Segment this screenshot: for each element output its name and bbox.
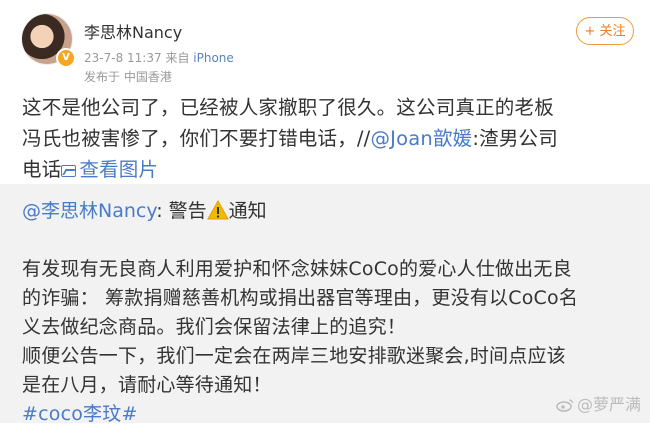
repost-line: 顺便公告一下，我们一定会在两岸三地安排歌迷聚会,时间点应该 (22, 345, 566, 367)
view-pictures-link[interactable]: 查看图片 (61, 158, 158, 181)
repost-title-prefix: : 警告 (156, 200, 207, 222)
post-header: V 李思林Nancy 23-7-8 11:37 来自 iPhone 发布于 中国… (0, 0, 650, 88)
warning-icon (206, 200, 229, 220)
post-line: 冯氏也被害惨了，你们不要打错电话，//@Joan歆媛:渣男公司 (22, 127, 558, 150)
repost-title-suffix: 通知 (228, 200, 267, 222)
watermark-text: @萝严满 (577, 395, 642, 414)
repost-author-mention[interactable]: @李思林Nancy (22, 200, 156, 222)
reposted-content: @李思林Nancy: 警告 通知 有发现有无良商人利用爱护和怀念妹妹CoCo的爱… (0, 184, 650, 425)
post-line: 这不是他公司了，已经被人家撤职了很久。这公司真正的老板 (22, 96, 554, 119)
username[interactable]: 李思林Nancy (84, 19, 182, 43)
post-meta: 23-7-8 11:37 来自 iPhone (84, 49, 234, 66)
post-date: 23-7-8 11:37 (84, 51, 162, 65)
watermark: @萝严满 (556, 391, 641, 415)
follow-button[interactable]: + 关注 (576, 17, 634, 45)
source-prefix: 来自 (165, 51, 190, 65)
post-location: 发布于 中国香港 (84, 70, 172, 84)
source-device[interactable]: iPhone (193, 51, 234, 65)
weibo-logo-icon (556, 399, 574, 412)
repost-line: 的诈骗： 筹款捐赠慈善机构或捐出器官等理由，更没有以CoCo名 (22, 287, 579, 309)
repost-header: @李思林Nancy: 警告 通知 (22, 197, 267, 225)
repost-body: 有发现有无良商人利用爱护和怀念妹妹CoCo的爱心人仕做出无良 的诈骗： 筹款捐赠… (22, 255, 637, 429)
verified-badge-icon: V (56, 48, 76, 68)
hashtag-link[interactable]: #coco李玟# (22, 400, 637, 429)
repost-line: 义去做纪念商品。我们会保留法律上的追究！ (22, 316, 407, 338)
post-line: 电话 查看图片 (22, 158, 159, 181)
repost-line: 有发现有无良商人利用爱护和怀念妹妹CoCo的爱心人仕做出无良 (22, 258, 572, 280)
mention-link[interactable]: @Joan歆媛 (370, 127, 472, 150)
post-text: 这不是他公司了，已经被人家撤职了很久。这公司真正的老板 冯氏也被害惨了，你们不要… (22, 92, 632, 185)
repost-line: 是在八月，请耐心等待通知！ (22, 374, 272, 396)
image-icon (61, 165, 77, 177)
